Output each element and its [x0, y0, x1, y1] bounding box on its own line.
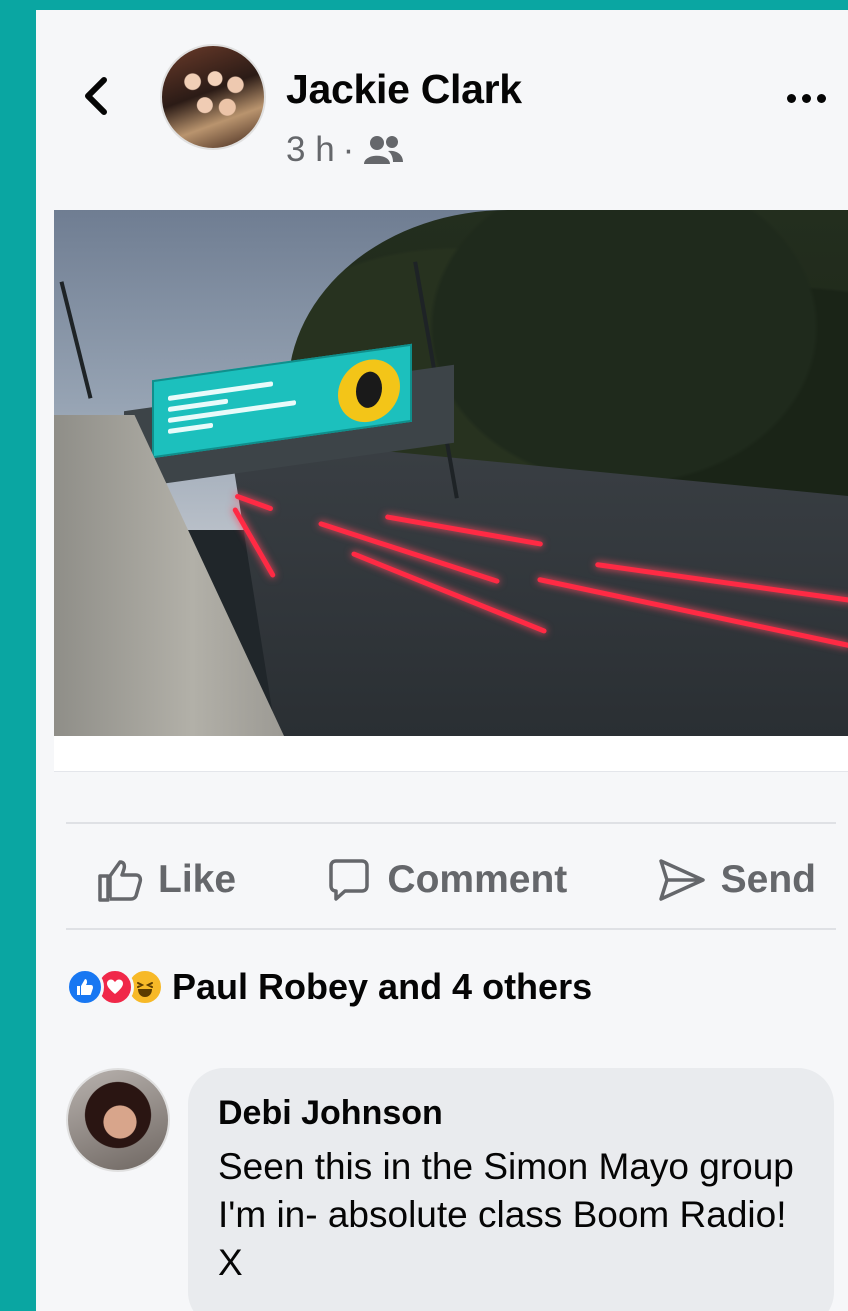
more-dot-icon: [786, 93, 796, 103]
comment-author[interactable]: Debi Johnson: [218, 1094, 804, 1133]
friends-icon: [364, 136, 404, 164]
send-label: Send: [720, 858, 816, 901]
like-icon: [66, 968, 104, 1006]
comment-text: Seen this in the Simon Mayo group I'm in…: [218, 1146, 794, 1284]
post-header: Jackie Clark 3 h ·: [36, 10, 848, 208]
actions-top-divider: [66, 822, 836, 824]
comment-button[interactable]: Comment: [325, 856, 567, 904]
chevron-left-icon: [85, 77, 107, 115]
meta-separator: ·: [342, 130, 355, 169]
like-button[interactable]: Like: [96, 856, 236, 904]
actions-bottom-divider: [66, 928, 836, 930]
more-dot-icon: [801, 93, 811, 103]
post-actions-bar: Like Comment Send: [66, 842, 836, 918]
comment-bubble-icon: [329, 859, 370, 901]
post-meta: 3 h ·: [286, 130, 404, 170]
post-panel: Jackie Clark 3 h · Like Comment Send Pau…: [36, 10, 848, 1311]
reactions-summary[interactable]: Paul Robey and 4 others: [66, 966, 592, 1008]
more-options-button[interactable]: [776, 80, 836, 116]
photo-footer: [54, 736, 848, 772]
post-time[interactable]: 3 h: [286, 130, 335, 170]
comment-label: Comment: [387, 858, 568, 901]
author-avatar[interactable]: [160, 44, 266, 150]
back-button[interactable]: [76, 74, 116, 118]
reactions-summary-text[interactable]: Paul Robey and 4 others: [172, 966, 592, 1008]
thumbs-up-icon: [98, 860, 143, 902]
billboard-face-graphic: [338, 355, 400, 427]
author-name[interactable]: Jackie Clark: [286, 66, 522, 113]
more-dot-icon: [816, 93, 826, 103]
post-photo[interactable]: [54, 210, 848, 736]
send-button[interactable]: Send: [657, 856, 816, 904]
billboard-text-lines: [168, 375, 318, 440]
commenter-avatar[interactable]: [66, 1068, 170, 1172]
like-label: Like: [158, 858, 237, 901]
send-arrow-icon: [658, 859, 705, 901]
comment-bubble: Debi Johnson Seen this in the Simon Mayo…: [188, 1068, 834, 1311]
